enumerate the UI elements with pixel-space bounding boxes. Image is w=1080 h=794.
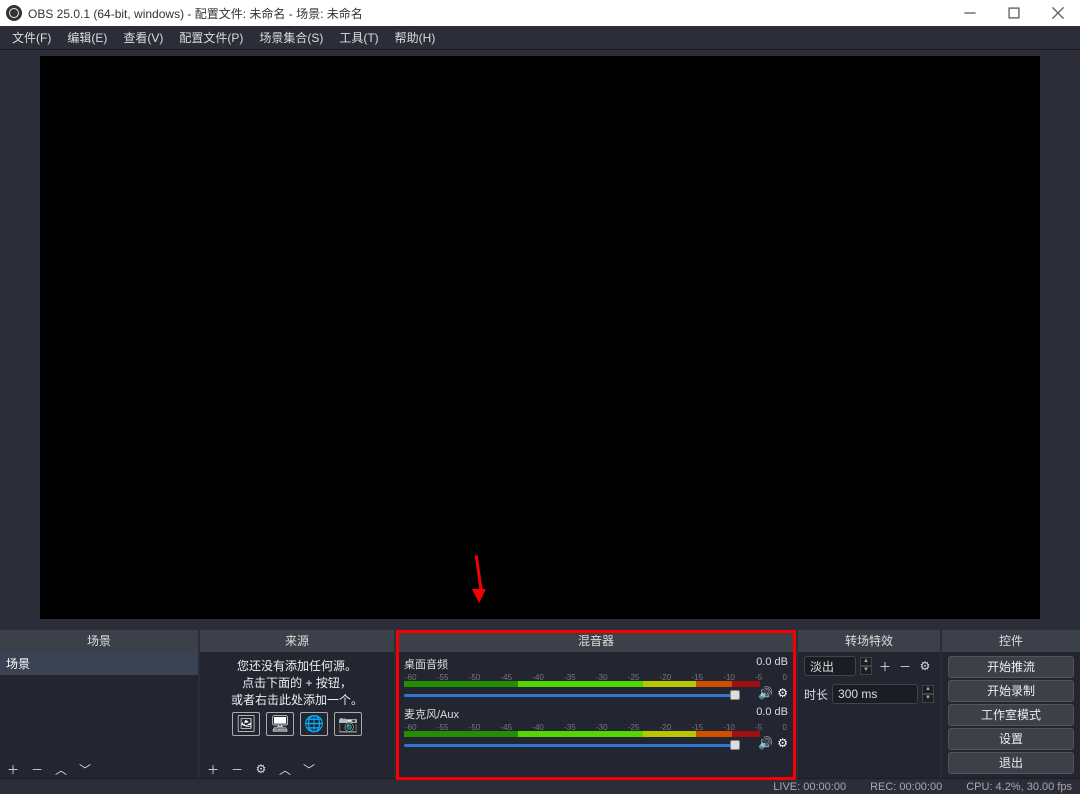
window-controls bbox=[948, 0, 1080, 26]
duration-input[interactable]: 300 ms bbox=[832, 684, 918, 704]
menu-scene-collection[interactable]: 场景集合(S) bbox=[251, 26, 331, 49]
sources-list[interactable]: 您还没有添加任何源。 点击下面的 + 按钮， 或者右击此处添加一个。 🖼 🖥 🌐… bbox=[200, 652, 394, 758]
status-cpu: CPU: 4.2%, 30.00 fps bbox=[966, 781, 1072, 793]
menu-help[interactable]: 帮助(H) bbox=[387, 26, 444, 49]
gear-icon[interactable]: ⚙ bbox=[777, 686, 788, 700]
chevron-down-icon[interactable]: ﹀ bbox=[300, 760, 318, 778]
gear-icon[interactable]: ⚙ bbox=[916, 657, 934, 675]
close-button[interactable] bbox=[1036, 0, 1080, 26]
volume-slider[interactable] bbox=[404, 740, 738, 750]
statusbar: LIVE: 00:00:00 REC: 00:00:00 CPU: 4.2%, … bbox=[0, 778, 1080, 794]
mixer-header[interactable]: 混音器 bbox=[396, 630, 796, 652]
scenes-list[interactable]: 场景 bbox=[0, 652, 198, 758]
chevron-down-icon[interactable]: ﹀ bbox=[76, 760, 94, 778]
channel-name: 麦克风/Aux bbox=[404, 706, 459, 722]
mixer-channel-mic: 麦克风/Aux 0.0 dB -60-55-50-45-40-35-30-25-… bbox=[396, 702, 796, 752]
scenes-header[interactable]: 场景 bbox=[0, 630, 198, 652]
preview-canvas[interactable] bbox=[40, 56, 1040, 619]
sources-toolbar: ＋ － ⚙ ︿ ﹀ bbox=[200, 758, 394, 780]
mixer-channel-desktop: 桌面音频 0.0 dB -60-55-50-45-40-35-30-25-20-… bbox=[396, 652, 796, 702]
obs-app-icon bbox=[6, 5, 22, 21]
volume-slider[interactable] bbox=[404, 690, 738, 700]
menu-edit[interactable]: 编辑(E) bbox=[59, 26, 115, 49]
transitions-header[interactable]: 转场特效 bbox=[798, 630, 940, 652]
mixer-panel: 混音器 桌面音频 0.0 dB -60-55-50-45-40-35-30-25… bbox=[396, 630, 796, 780]
camera-source-icon[interactable]: 📷 bbox=[334, 712, 362, 736]
sources-header[interactable]: 来源 bbox=[200, 630, 394, 652]
gear-icon[interactable]: ⚙ bbox=[252, 760, 270, 778]
source-type-icons: 🖼 🖥 🌐 📷 bbox=[200, 712, 394, 736]
controls-header[interactable]: 控件 bbox=[942, 630, 1080, 652]
duration-value: 300 ms bbox=[838, 687, 877, 701]
sources-empty-line3: 或者右击此处添加一个。 bbox=[204, 692, 390, 709]
controls-body: 开始推流 开始录制 工作室模式 设置 退出 bbox=[942, 652, 1080, 780]
mixer-body: 桌面音频 0.0 dB -60-55-50-45-40-35-30-25-20-… bbox=[396, 652, 796, 780]
controls-panel: 控件 开始推流 开始录制 工作室模式 设置 退出 bbox=[942, 630, 1080, 780]
transition-select-spinner[interactable]: ▲▼ bbox=[860, 657, 872, 675]
settings-button[interactable]: 设置 bbox=[948, 728, 1074, 750]
minus-icon[interactable]: － bbox=[896, 657, 914, 675]
sources-empty-line2: 点击下面的 + 按钮， bbox=[204, 675, 390, 692]
plus-icon[interactable]: ＋ bbox=[4, 760, 22, 778]
transitions-body: 淡出 ▲▼ ＋ － ⚙ 时长 300 ms ▲▼ bbox=[798, 652, 940, 780]
chevron-up-icon[interactable]: ︿ bbox=[52, 760, 70, 778]
duration-label: 时长 bbox=[804, 686, 828, 703]
window-titlebar: OBS 25.0.1 (64-bit, windows) - 配置文件: 未命名… bbox=[0, 0, 1080, 26]
sources-panel: 来源 您还没有添加任何源。 点击下面的 + 按钮， 或者右击此处添加一个。 🖼 … bbox=[200, 630, 394, 780]
browser-source-icon[interactable]: 🌐 bbox=[300, 712, 328, 736]
display-source-icon[interactable]: 🖥 bbox=[266, 712, 294, 736]
plus-icon[interactable]: ＋ bbox=[876, 657, 894, 675]
minus-icon[interactable]: － bbox=[228, 760, 246, 778]
start-streaming-button[interactable]: 开始推流 bbox=[948, 656, 1074, 678]
transitions-panel: 转场特效 淡出 ▲▼ ＋ － ⚙ 时长 300 ms ▲▼ bbox=[798, 630, 940, 780]
preview-area bbox=[0, 50, 1080, 630]
menu-tools[interactable]: 工具(T) bbox=[331, 26, 386, 49]
bottom-panels: 场景 场景 ＋ － ︿ ﹀ 来源 您还没有添加任何源。 点击下面的 + 按钮， … bbox=[0, 630, 1080, 780]
maximize-button[interactable] bbox=[992, 0, 1036, 26]
chevron-up-icon[interactable]: ︿ bbox=[276, 760, 294, 778]
status-live: LIVE: 00:00:00 bbox=[773, 781, 846, 793]
image-source-icon[interactable]: 🖼 bbox=[232, 712, 260, 736]
channel-level: 0.0 dB bbox=[756, 656, 788, 672]
sources-empty-text: 您还没有添加任何源。 点击下面的 + 按钮， 或者右击此处添加一个。 bbox=[200, 652, 394, 710]
status-rec: REC: 00:00:00 bbox=[870, 781, 942, 793]
studio-mode-button[interactable]: 工作室模式 bbox=[948, 704, 1074, 726]
speaker-icon[interactable]: 🔊 bbox=[758, 736, 773, 750]
scenes-panel: 场景 场景 ＋ － ︿ ﹀ bbox=[0, 630, 198, 780]
scene-item[interactable]: 场景 bbox=[0, 652, 198, 675]
minus-icon[interactable]: － bbox=[28, 760, 46, 778]
menu-file[interactable]: 文件(F) bbox=[4, 26, 59, 49]
menu-profile[interactable]: 配置文件(P) bbox=[171, 26, 251, 49]
duration-spinner[interactable]: ▲▼ bbox=[922, 685, 934, 703]
window-title: OBS 25.0.1 (64-bit, windows) - 配置文件: 未命名… bbox=[28, 5, 363, 22]
channel-level: 0.0 dB bbox=[756, 706, 788, 722]
gear-icon[interactable]: ⚙ bbox=[777, 736, 788, 750]
scenes-toolbar: ＋ － ︿ ﹀ bbox=[0, 758, 198, 780]
plus-icon[interactable]: ＋ bbox=[204, 760, 222, 778]
sources-empty-line1: 您还没有添加任何源。 bbox=[204, 658, 390, 675]
transition-select[interactable]: 淡出 bbox=[804, 656, 856, 676]
audio-meter: -60-55-50-45-40-35-30-25-20-15-10-50 bbox=[404, 723, 788, 737]
audio-meter: -60-55-50-45-40-35-30-25-20-15-10-50 bbox=[404, 673, 788, 687]
transition-selected-value: 淡出 bbox=[810, 658, 834, 675]
channel-name: 桌面音频 bbox=[404, 656, 448, 672]
minimize-button[interactable] bbox=[948, 0, 992, 26]
speaker-icon[interactable]: 🔊 bbox=[758, 686, 773, 700]
start-recording-button[interactable]: 开始录制 bbox=[948, 680, 1074, 702]
menu-view[interactable]: 查看(V) bbox=[115, 26, 171, 49]
application-menubar: 文件(F) 编辑(E) 查看(V) 配置文件(P) 场景集合(S) 工具(T) … bbox=[0, 26, 1080, 50]
exit-button[interactable]: 退出 bbox=[948, 752, 1074, 774]
